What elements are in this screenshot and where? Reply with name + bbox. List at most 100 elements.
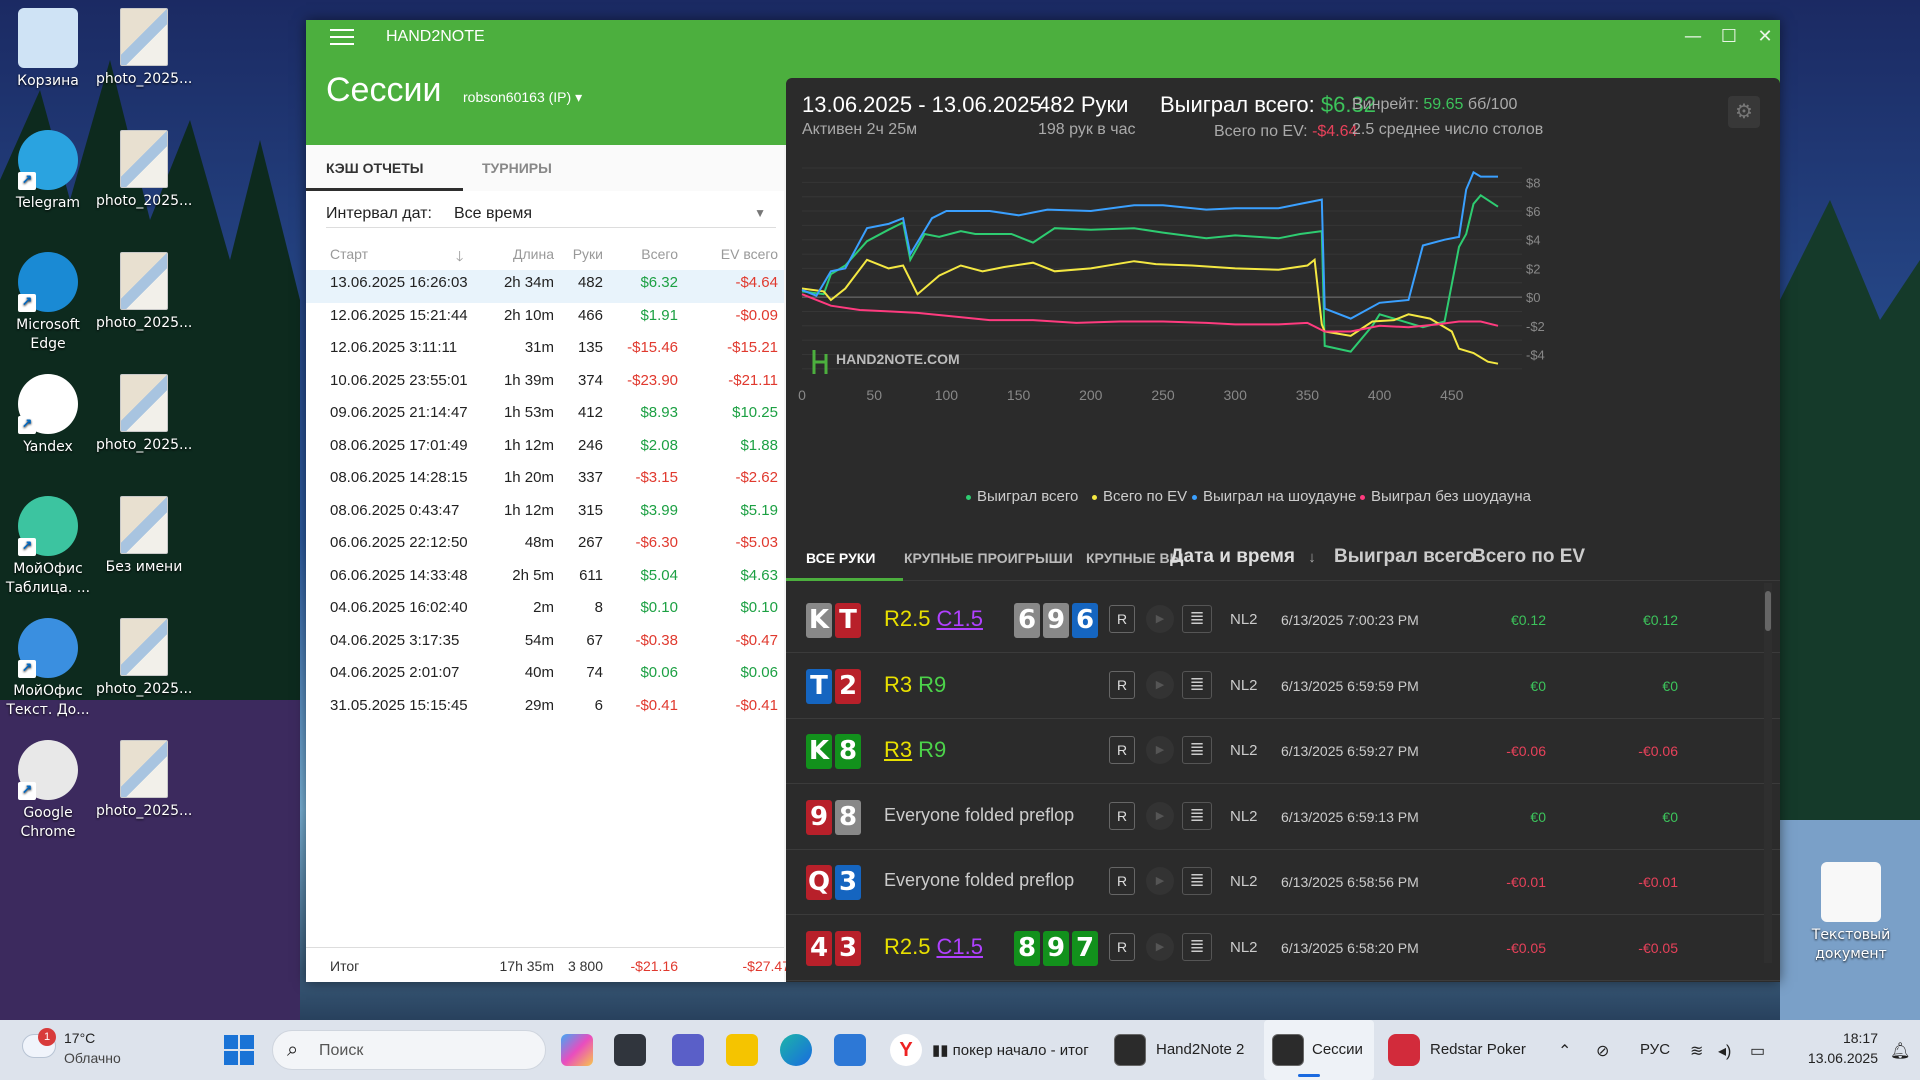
session-row[interactable]: 08.06.2025 14:28:15 1h 20m 337 -$3.15 -$2.62 <box>306 465 784 498</box>
legend-showdown[interactable]: Выиграл на шоудауне <box>1192 488 1356 505</box>
session-row[interactable]: 08.06.2025 17:01:49 1h 12m 246 $2.08 $1.88 <box>306 433 784 466</box>
account-selector[interactable]: robson60163 (IP) ▾ <box>463 89 582 106</box>
desktop-icon[interactable]: ↗ МойОфис Текст. До... <box>0 618 96 720</box>
column-length[interactable]: Длина <box>496 246 554 262</box>
session-row[interactable]: 09.06.2025 21:14:47 1h 53m 412 $8.93 $10.25 <box>306 400 784 433</box>
hand-row[interactable]: 9 8 Everyone folded preflop R ▶ ≣ NL2 6/13/2025… <box>786 785 1780 850</box>
play-icon[interactable]: ▶ <box>1146 801 1174 830</box>
battery-icon[interactable]: ▭ <box>1750 1041 1765 1061</box>
tab-big-wins[interactable]: КРУПНЫЕ ВЫ <box>1086 550 1183 566</box>
legend-non-showdown[interactable]: Выиграл без шоудауна <box>1360 488 1531 505</box>
clock[interactable]: 18:17 13.06.2025 <box>1786 1030 1878 1066</box>
session-row[interactable]: 13.06.2025 16:26:03 2h 34m 482 $6.32 -$4.64 <box>306 270 784 303</box>
tab-cash-reports[interactable]: КЭШ ОТЧЕТЫ <box>326 145 424 191</box>
column-ev-total[interactable]: EV всего <box>690 246 778 262</box>
column-start[interactable]: Старт <box>330 246 368 262</box>
edge-icon[interactable] <box>780 1034 812 1066</box>
hand-row[interactable]: K T R2.5 C1.5 6 9 6 R ▶ ≣ NL2 6/13/2025 7:00:23 PM €… <box>786 588 1780 653</box>
teams-icon[interactable] <box>672 1034 704 1066</box>
hands-scrollbar[interactable] <box>1764 583 1772 963</box>
sort-datetime[interactable]: Дата и время ↓ <box>1170 546 1316 568</box>
file-explorer-icon[interactable] <box>726 1034 758 1066</box>
legend-ev-total[interactable]: Всего по EV <box>1092 488 1187 505</box>
task-view-icon[interactable] <box>614 1034 646 1066</box>
hamburger-menu-icon[interactable] <box>330 29 354 47</box>
replay-button[interactable]: R <box>1109 670 1135 699</box>
play-icon[interactable]: ▶ <box>1146 605 1174 633</box>
tab-all-hands[interactable]: ВСЕ РУКИ <box>806 550 875 566</box>
date-range-select[interactable]: Интервал дат: Все время ▼ <box>326 200 776 228</box>
taskbar-app-yandex[interactable]: Y ▮▮ покер начало - итог <box>886 1020 1096 1080</box>
search-box[interactable]: ⌕ Поиск <box>272 1030 546 1070</box>
desktop-icon[interactable]: photo_2025... <box>96 130 192 211</box>
hand-row[interactable]: T 2 R3 R9 R ▶ ≣ NL2 6/13/2025 6:59:59 PM €0 €0 <box>786 654 1780 719</box>
store-icon[interactable] <box>834 1034 866 1066</box>
gear-icon[interactable]: ⚙ <box>1728 96 1760 128</box>
column-hands[interactable]: Руки <box>561 246 603 262</box>
details-menu-icon[interactable]: ≣ <box>1182 867 1212 895</box>
volume-icon[interactable]: ◂) <box>1718 1041 1731 1061</box>
tab-tournaments[interactable]: ТУРНИРЫ <box>482 145 552 191</box>
session-row[interactable]: 10.06.2025 23:55:01 1h 39m 374 -$23.90 -$21.… <box>306 368 784 401</box>
tray-overflow-icon[interactable]: ⌃ <box>1558 1041 1571 1061</box>
details-menu-icon[interactable]: ≣ <box>1182 670 1212 699</box>
details-menu-icon[interactable]: ≣ <box>1182 605 1212 633</box>
hand-row[interactable]: K 8 R3 R9 R ▶ ≣ NL2 6/13/2025 6:59:27 PM -€0.06 -€… <box>786 719 1780 784</box>
details-menu-icon[interactable]: ≣ <box>1182 736 1212 764</box>
session-row[interactable]: 08.06.2025 0:43:47 1h 12m 315 $3.99 $5.19 <box>306 498 784 531</box>
desktop-icon[interactable]: Без имени <box>96 496 192 577</box>
sort-ev[interactable]: Всего по EV <box>1472 546 1585 568</box>
session-row[interactable]: 31.05.2025 15:15:45 29m 6 -$0.41 -$0.41 <box>306 693 784 726</box>
replay-button[interactable]: R <box>1109 932 1135 961</box>
desktop-icon[interactable]: ↗ Yandex <box>0 374 96 457</box>
session-row[interactable]: 06.06.2025 14:33:48 2h 5m 611 $5.04 $4.63 <box>306 563 784 596</box>
desktop-icon[interactable]: photo_2025... <box>96 8 192 89</box>
desktop-icon[interactable]: ↗ Telegram <box>0 130 96 213</box>
sort-won[interactable]: Выиграл всего <box>1334 546 1475 568</box>
taskbar-app-hand2note[interactable]: Hand2Note 2 <box>1110 1020 1250 1080</box>
desktop-icon[interactable]: Корзина <box>0 8 96 91</box>
legend-won-total[interactable]: Выиграл всего <box>966 488 1078 505</box>
title-bar[interactable]: HAND2NOTE — ☐ ✕ <box>306 20 1780 57</box>
tab-big-losses[interactable]: КРУПНЫЕ ПРОИГРЫШИ <box>904 550 1073 566</box>
details-menu-icon[interactable]: ≣ <box>1182 932 1212 961</box>
weather-widget[interactable]: 1 17°C Облачно <box>18 1020 138 1080</box>
play-icon[interactable]: ▶ <box>1146 867 1174 895</box>
session-row[interactable]: 04.06.2025 3:17:35 54m 67 -$0.38 -$0.47 <box>306 628 784 661</box>
play-icon[interactable]: ▶ <box>1146 736 1174 764</box>
desktop-icon[interactable]: ↗ Google Chrome <box>0 740 96 842</box>
taskbar-app-sessions[interactable]: Сессии <box>1264 1020 1374 1080</box>
scroll-thumb[interactable] <box>1765 591 1771 631</box>
desktop-icon[interactable]: ↗ Microsoft Edge <box>0 252 96 354</box>
hand-row[interactable]: Q 3 Everyone folded preflop R ▶ ≣ NL2 6/13/2025… <box>786 850 1780 915</box>
minimize-button[interactable]: — <box>1678 26 1708 47</box>
input-language[interactable]: РУС <box>1640 1041 1670 1058</box>
sort-down-icon[interactable]: 🡓 <box>456 246 463 270</box>
desktop-icon[interactable]: photo_2025... <box>96 252 192 333</box>
maximize-button[interactable]: ☐ <box>1714 26 1744 47</box>
taskbar-app-redstar[interactable]: Redstar Poker <box>1384 1020 1534 1080</box>
replay-button[interactable]: R <box>1109 867 1135 895</box>
details-menu-icon[interactable]: ≣ <box>1182 801 1212 830</box>
notifications-bell-icon[interactable]: 🔔︎ <box>1890 1041 1910 1061</box>
session-row[interactable]: 12.06.2025 3:11:11 31m 135 -$15.46 -$15.21 <box>306 335 784 368</box>
desktop-icon[interactable]: photo_2025... <box>96 740 192 821</box>
play-icon[interactable]: ▶ <box>1146 670 1174 699</box>
desktop-icon[interactable]: photo_2025... <box>96 618 192 699</box>
wifi-icon[interactable]: ≋ <box>1690 1041 1703 1061</box>
desktop-icon[interactable]: Текстовый документ <box>1803 862 1899 964</box>
play-icon[interactable]: ▶ <box>1146 932 1174 961</box>
session-row[interactable]: 06.06.2025 22:12:50 48m 267 -$6.30 -$5.03 <box>306 530 784 563</box>
replay-button[interactable]: R <box>1109 801 1135 830</box>
start-button[interactable] <box>224 1035 254 1065</box>
desktop-icon[interactable]: ↗ МойОфис Таблица. ... <box>0 496 96 598</box>
copilot-icon[interactable] <box>561 1034 593 1066</box>
hand-row[interactable]: 4 3 R2.5 C1.5 8 9 7 R ▶ ≣ NL2 6/13/2025 6:58:20 PM -… <box>786 916 1780 981</box>
network-off-icon[interactable]: ⊘ <box>1596 1041 1609 1061</box>
session-row[interactable]: 04.06.2025 16:02:40 2m 8 $0.10 $0.10 <box>306 595 784 628</box>
session-row[interactable]: 04.06.2025 2:01:07 40m 74 $0.06 $0.06 <box>306 660 784 693</box>
replay-button[interactable]: R <box>1109 736 1135 764</box>
session-row[interactable]: 12.06.2025 15:21:44 2h 10m 466 $1.91 -$0.09 <box>306 303 784 336</box>
replay-button[interactable]: R <box>1109 605 1135 633</box>
close-button[interactable]: ✕ <box>1750 26 1780 47</box>
